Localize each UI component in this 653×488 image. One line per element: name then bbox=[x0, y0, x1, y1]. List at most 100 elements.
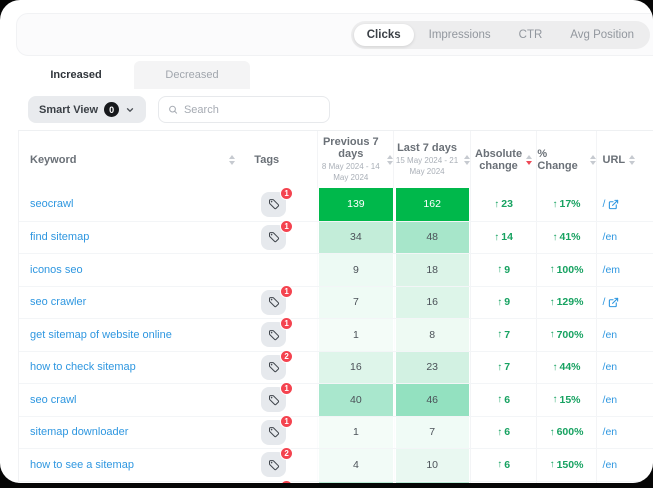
sort-icon[interactable] bbox=[526, 155, 532, 165]
smart-view-dropdown[interactable]: Smart View 0 bbox=[28, 96, 146, 123]
percent-change-cell: ↑100% bbox=[536, 254, 595, 286]
keyword-link[interactable]: sitemap downloader bbox=[30, 426, 128, 438]
table-row: get sitemap of website online 1 1 8 ↑7 ↑… bbox=[19, 318, 653, 351]
percent-change-cell: ↑600% bbox=[536, 417, 595, 449]
keyword-cell: find sitemap bbox=[19, 222, 245, 254]
external-link-icon[interactable] bbox=[608, 297, 619, 308]
tag-button[interactable]: 1 bbox=[261, 387, 286, 412]
keyword-cell bbox=[19, 482, 245, 484]
metric-tab-impressions[interactable]: Impressions bbox=[416, 24, 504, 46]
tag-count-badge: 1 bbox=[280, 220, 293, 233]
tags-cell: 2 bbox=[245, 352, 317, 384]
keyword-link[interactable]: get sitemap of website online bbox=[30, 329, 172, 341]
metric-tab-avg-position[interactable]: Avg Position bbox=[557, 24, 647, 46]
external-link-icon[interactable] bbox=[608, 199, 619, 210]
last-value-cell: 7 bbox=[394, 417, 470, 449]
tag-button[interactable]: 1 bbox=[261, 225, 286, 250]
keyword-table: Keyword Tags Previous 7 days 8 May 2024 … bbox=[18, 130, 653, 483]
url-link[interactable]: / bbox=[603, 296, 606, 308]
tags-cell bbox=[245, 482, 317, 484]
header-last-7-days[interactable]: Last 7 days 15 May 2024 - 21 May 2024 bbox=[393, 131, 469, 188]
keyword-cell: seocrawl bbox=[19, 188, 245, 221]
sort-icon[interactable] bbox=[229, 155, 235, 165]
url-link[interactable]: /em bbox=[603, 264, 621, 276]
keyword-link[interactable]: how to see a sitemap bbox=[30, 459, 134, 471]
previous-value-cell: 9 bbox=[317, 254, 393, 286]
tag-count-badge: 1 bbox=[280, 382, 293, 395]
tag-count-badge: 1 bbox=[280, 317, 293, 330]
url-link[interactable]: /en bbox=[603, 231, 618, 243]
header-absolute-change[interactable]: Absolute change bbox=[470, 131, 537, 188]
header-url[interactable]: URL bbox=[596, 131, 653, 188]
url-link[interactable]: /en bbox=[603, 459, 618, 471]
url-link[interactable]: /en bbox=[603, 426, 618, 438]
search-input[interactable] bbox=[184, 104, 320, 116]
previous-value-cell: 1 bbox=[317, 417, 393, 449]
keyword-link[interactable]: seocrawl bbox=[30, 198, 73, 210]
percent-change-cell: ↑700% bbox=[536, 319, 595, 351]
tag-button[interactable]: 2 bbox=[261, 355, 286, 380]
tab-decreased[interactable]: Decreased bbox=[134, 61, 250, 89]
tag-icon bbox=[268, 329, 280, 341]
filter-bar: Smart View 0 bbox=[28, 96, 330, 123]
keyword-cell: iconos seo bbox=[19, 254, 245, 286]
arrow-up-icon: ↑ bbox=[550, 459, 555, 470]
chevron-down-icon bbox=[125, 105, 135, 115]
tag-button[interactable]: 1 bbox=[261, 420, 286, 445]
tags-cell: 1 bbox=[245, 417, 317, 449]
keyword-link[interactable]: seo crawler bbox=[30, 296, 86, 308]
tag-count-badge: 1 bbox=[280, 285, 293, 298]
sort-icon[interactable] bbox=[629, 155, 635, 165]
header-previous-7-days[interactable]: Previous 7 days 8 May 2024 - 14 May 2024 bbox=[317, 131, 393, 188]
keyword-cell: get sitemap of website online bbox=[19, 319, 245, 351]
tag-button[interactable]: 1 bbox=[261, 192, 286, 217]
tab-increased[interactable]: Increased bbox=[18, 61, 134, 89]
table-row: iconos seo 9 18 ↑9 ↑100% /em bbox=[19, 253, 653, 286]
table-row: how to check sitemap 2 16 23 ↑7 ↑44% /en bbox=[19, 351, 653, 384]
top-toolbar: Clicks Impressions CTR Avg Position bbox=[16, 13, 653, 56]
absolute-change-cell: ↑9 bbox=[470, 254, 537, 286]
last-value-cell: 10 bbox=[394, 449, 470, 481]
url-link[interactable]: / bbox=[603, 198, 606, 210]
url-link[interactable]: /en bbox=[603, 394, 618, 406]
url-cell: /em bbox=[596, 254, 653, 286]
last-value-cell: 18 bbox=[394, 254, 470, 286]
smart-view-label: Smart View bbox=[39, 104, 98, 116]
url-cell: / bbox=[596, 287, 653, 319]
metric-switcher: Clicks Impressions CTR Avg Position bbox=[351, 21, 650, 49]
arrow-up-icon: ↑ bbox=[497, 459, 502, 470]
header-keyword[interactable]: Keyword bbox=[19, 154, 245, 166]
keyword-link[interactable]: how to check sitemap bbox=[30, 361, 136, 373]
search-icon bbox=[168, 104, 178, 115]
keyword-link[interactable]: find sitemap bbox=[30, 231, 89, 243]
arrow-up-icon: ↑ bbox=[494, 199, 499, 210]
last-value-cell: 162 bbox=[394, 188, 470, 221]
keyword-link[interactable]: seo crawl bbox=[30, 394, 76, 406]
header-percent-change[interactable]: % Change bbox=[536, 131, 595, 188]
arrow-up-icon: ↑ bbox=[550, 427, 555, 438]
url-link[interactable]: /en bbox=[603, 361, 618, 373]
percent-change-cell: ↑129% bbox=[536, 287, 595, 319]
percent-change-cell bbox=[536, 482, 595, 484]
arrow-up-icon: ↑ bbox=[550, 329, 555, 340]
table-body: seocrawl 1 139 162 ↑23 ↑17% / bbox=[19, 188, 653, 483]
tag-button[interactable]: 1 bbox=[261, 322, 286, 347]
tags-cell bbox=[245, 254, 317, 286]
metric-tab-clicks[interactable]: Clicks bbox=[354, 24, 414, 46]
table-row: sitemap downloader 1 1 7 ↑6 ↑600% /en bbox=[19, 416, 653, 449]
arrow-up-icon: ↑ bbox=[497, 362, 502, 373]
tag-button[interactable]: 2 bbox=[261, 452, 286, 477]
url-link[interactable]: /en bbox=[603, 329, 618, 341]
absolute-change-cell: ↑6 bbox=[470, 417, 537, 449]
absolute-change-cell: ↑23 bbox=[470, 188, 537, 221]
previous-value-cell: 4 bbox=[317, 449, 393, 481]
tag-button[interactable]: 1 bbox=[261, 290, 286, 315]
metric-tab-ctr[interactable]: CTR bbox=[506, 24, 556, 46]
tag-count-badge: 2 bbox=[280, 447, 293, 460]
table-row: how to see a sitemap 2 4 10 ↑6 ↑150% /en bbox=[19, 448, 653, 481]
arrow-up-icon: ↑ bbox=[497, 394, 502, 405]
table-header: Keyword Tags Previous 7 days 8 May 2024 … bbox=[19, 131, 653, 188]
arrow-up-icon: ↑ bbox=[553, 362, 558, 373]
keyword-link[interactable]: iconos seo bbox=[30, 264, 83, 276]
last-value-cell: 46 bbox=[394, 384, 470, 416]
